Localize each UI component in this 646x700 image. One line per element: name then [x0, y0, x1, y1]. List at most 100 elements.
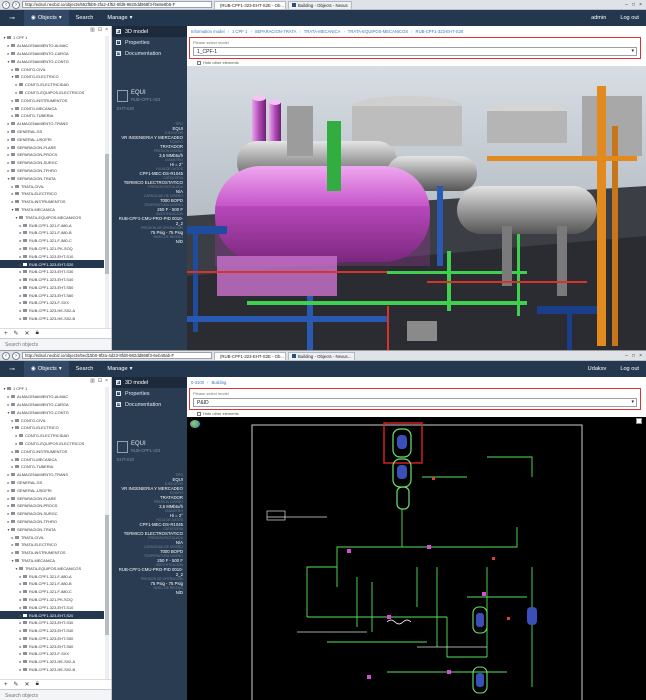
tree-row[interactable]: ▾ ALMACENAMIENTO-CONTG [0, 57, 104, 65]
tree-row[interactable]: ▸ TRATA-ELECTRICO [0, 190, 104, 198]
hide-other-toggle[interactable]: Hide other elements [197, 60, 239, 65]
add-icon[interactable]: + [4, 682, 8, 688]
search-input[interactable] [5, 342, 107, 348]
tree-row[interactable]: ▸ ALMACENAMIENTO-TRANS [0, 120, 104, 128]
pid-drawing-viewport[interactable] [187, 417, 646, 700]
tree-row[interactable]: ▸ RUB-CPF1-321-F-880-A [0, 221, 104, 229]
tree-row[interactable]: ▸ SEPARACION-TFHRO [0, 167, 104, 175]
tree-row[interactable]: ▾ CONTG-ELECTRICO [0, 73, 104, 81]
tree-row[interactable]: ▾ CONTG-ELECTRICO [0, 424, 104, 432]
3d-model-viewport[interactable] [187, 66, 646, 350]
tree-row[interactable]: ▸ CONTG-TUBERIA [0, 463, 104, 471]
fit-view-icon[interactable] [636, 418, 642, 424]
tree-row[interactable]: ▸ RUB-CPF1-323-EHT-S60 [0, 642, 104, 650]
tree-row[interactable]: ▸ RUB-CPF1-323-EHT-S50 [0, 635, 104, 643]
tree-row[interactable]: ▸ TRATA-INSTRUMENTOS [0, 198, 104, 206]
tree-row[interactable]: ▸ CONTG-INSTRUMENTOS [0, 96, 104, 104]
tree-row[interactable]: ▸ RUB-CPF1-323-EHT-S10 [0, 252, 104, 260]
breadcrumb-item[interactable]: Building [211, 380, 226, 385]
tree-row[interactable]: ▸ ALMACENAMIENTO-TRANS [0, 471, 104, 479]
objects-menu[interactable]: ◉ Objects ▾ [24, 10, 69, 26]
search-input[interactable] [5, 693, 107, 699]
tree-row[interactable]: ▸ RUB-CPF1-321-F-880-C [0, 588, 104, 596]
resize-icon[interactable]: ⊡ [98, 378, 102, 384]
tree-row[interactable]: ▸ GENERAL-SS [0, 479, 104, 487]
maximize-icon[interactable]: □ [632, 2, 635, 8]
tree-row[interactable]: ▸ SEPARACION-PROCS [0, 151, 104, 159]
tree-row[interactable]: ▸ CONTG-EQUIPOS-ELECTRICOS [0, 89, 104, 97]
tree-row[interactable]: ▸ ALMACENAMIENTO-ALMAC [0, 42, 104, 50]
tree-row[interactable]: ▸ CONTG-MECANICA [0, 455, 104, 463]
minimize-icon[interactable]: – [625, 353, 628, 359]
layout-icon[interactable]: ▥ [90, 27, 95, 33]
tree-row[interactable]: ▸ RUB-CPF1-321-F-880-B [0, 229, 104, 237]
tree-row[interactable]: ▸ ALMACENAMIENTO-CARGA [0, 401, 104, 409]
tree-row[interactable]: ▸ RUB-CPF1-323-HE-S02-A [0, 658, 104, 666]
edit-icon[interactable]: ✎ [14, 330, 19, 337]
tab-documentation[interactable]: ▤ Documentation [112, 48, 187, 59]
browser-tab[interactable]: (RUB-CPF1-323-EHT-S2E - Ob... [214, 351, 286, 360]
back-icon[interactable]: ‹ [2, 351, 10, 360]
app-logo-icon[interactable]: ⊸ [0, 10, 24, 26]
tree-row[interactable]: ▸ RUB-CPF1-323-EHT-S10 [0, 603, 104, 611]
tab-3d-model[interactable]: ◧ 3D model [112, 377, 187, 388]
browser-tab[interactable]: Building - Objects - Nexus [288, 0, 352, 9]
tree-row[interactable]: ▸ RUB-CPF1-323-EHT-S60 [0, 291, 104, 299]
tree-row[interactable]: ▸ ALMACENAMIENTO-ALMAC [0, 393, 104, 401]
delete-icon[interactable]: ✕ [25, 330, 30, 337]
tree-row[interactable]: ▸ RUB-CPF1-321-F-880-A [0, 572, 104, 580]
breadcrumb-item[interactable]: TRATA-MECANICA [304, 29, 341, 34]
tree-row[interactable]: ▸ SEPARACION-FLARE [0, 494, 104, 502]
back-icon[interactable]: ‹ [2, 0, 10, 9]
resize-icon[interactable]: ⊡ [98, 27, 102, 33]
tree-row[interactable]: ▸ RUB-CPF1-323-HE-S02-A [0, 307, 104, 315]
search-menu[interactable]: Search [69, 361, 101, 377]
user-name[interactable]: admin [584, 10, 613, 26]
tree-row[interactable]: ▸ RUB-CPF1-323-EHT-S30 [0, 268, 104, 276]
tab-3d-model[interactable]: ◧ 3D model [112, 26, 187, 37]
tree-row[interactable]: ▸ SEPARACION-SURGC [0, 159, 104, 167]
lock-icon[interactable]: 🔒︎ [36, 330, 39, 337]
tree-row[interactable]: ▸ RUB-CPF1-321-PK-SOQ [0, 245, 104, 253]
browser-tab[interactable]: (RUB-CPF1-323-EHT-S2E - Ob... [214, 0, 286, 9]
tree-row[interactable]: ▸ TRATA-CIVIL [0, 533, 104, 541]
address-bar[interactable]: http://edsol.neobiz.io/objects/662f5b9-2… [22, 1, 212, 8]
minimize-icon[interactable]: – [625, 2, 628, 8]
checkbox[interactable] [197, 60, 201, 65]
tree-row[interactable]: ▸ CONTG-MECANICA [0, 104, 104, 112]
tree-row[interactable]: ▸ GENERAL-USGFRI [0, 486, 104, 494]
checkbox[interactable] [197, 411, 201, 416]
breadcrumb-item[interactable]: Information model [191, 29, 225, 34]
tree-row[interactable]: ▾ 1 CPF 1 [0, 385, 104, 393]
tree-row[interactable]: ▾ SEPARACION-TRATA [0, 525, 104, 533]
close-panel-icon[interactable]: × [105, 378, 108, 384]
app-logo-icon[interactable]: ⊸ [0, 361, 24, 377]
close-icon[interactable]: × [639, 353, 642, 359]
logout-button[interactable]: Log out [613, 10, 646, 26]
tree-row[interactable]: ▸ RUB-CPF1-323-F-SXX [0, 650, 104, 658]
tree-row-selected[interactable]: ▸ RUB-CPF1-323-EHT-S20 [0, 260, 104, 268]
tree-row[interactable]: ▾ TRATA-MECANICA [0, 206, 104, 214]
tree-row[interactable]: ▾ 1 CPF 1 [0, 34, 104, 42]
tree-row[interactable]: ▸ SEPARACION-PROCS [0, 502, 104, 510]
tree-row[interactable]: ▸ SEPARACION-SURGC [0, 510, 104, 518]
tree-row[interactable]: ▾ TRATA-MECANICA [0, 557, 104, 565]
tree-row[interactable]: ▸ RUB-CPF1-323-HE-S02-B [0, 315, 104, 323]
tree-row[interactable]: ▸ RUB-CPF1-321-F-880-B [0, 580, 104, 588]
layout-icon[interactable]: ▥ [90, 378, 95, 384]
tree-row[interactable]: ▸ CONTG-INSTRUMENTOS [0, 447, 104, 455]
tree-row[interactable]: ▸ TRATA-INSTRUMENTOS [0, 549, 104, 557]
breadcrumb-item[interactable]: 0-3100 [191, 380, 204, 385]
hide-other-toggle[interactable]: Hide other elements [197, 411, 239, 416]
tree-row-selected[interactable]: ▸ RUB-CPF1-323-EHT-S20 [0, 611, 104, 619]
tree-row[interactable]: ▸ GENERAL-USGFRI [0, 135, 104, 143]
tree-row[interactable]: ▾ ALMACENAMIENTO-CONTG [0, 408, 104, 416]
user-name[interactable]: Udaksv [581, 361, 614, 377]
objects-menu[interactable]: ◉ Objects ▾ [24, 361, 69, 377]
maximize-icon[interactable]: □ [632, 353, 635, 359]
tree-row[interactable]: ▸ RUB-CPF1-323-HE-S02-B [0, 666, 104, 674]
tree-row[interactable]: ▾ TRATA-EQUIPOS-MECANICOS [0, 213, 104, 221]
tree-row[interactable]: ▸ CONTG-CIVIL [0, 416, 104, 424]
edit-icon[interactable]: ✎ [14, 681, 19, 688]
tree-row[interactable]: ▸ TRATA-CIVIL [0, 182, 104, 190]
